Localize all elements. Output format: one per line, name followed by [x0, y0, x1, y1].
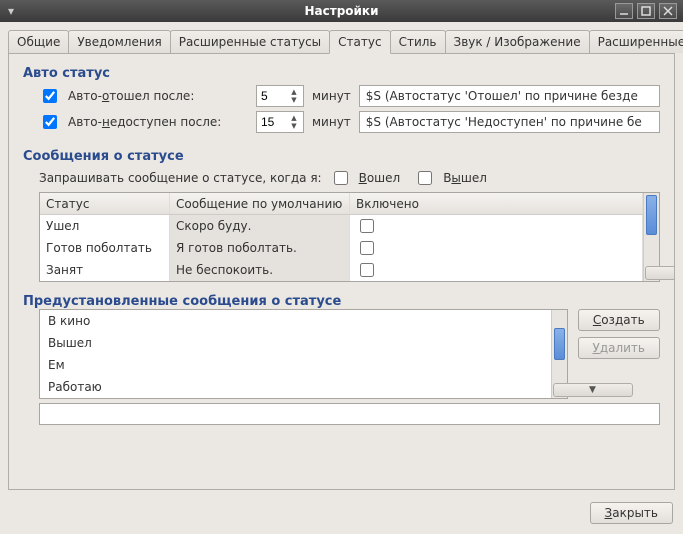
row-enabled-checkbox[interactable] [360, 241, 374, 255]
status-messages-title: Сообщения о статусе [23, 149, 660, 164]
enabled-cell [350, 259, 643, 281]
table-header: Статус Сообщение по умолчанию Включено [40, 193, 643, 215]
list-item[interactable]: В кино [40, 310, 551, 332]
status-table: Статус Сообщение по умолчанию Включено У… [39, 192, 660, 282]
presets-title: Предустановленные сообщения о статусе [23, 294, 660, 309]
maximize-icon [641, 6, 651, 16]
status-cell: Готов поболтать [40, 237, 170, 259]
left-checkbox[interactable] [418, 171, 432, 185]
table-row[interactable]: Ушел Скоро буду. [40, 215, 643, 237]
message-cell[interactable]: Я готов поболтать. [170, 237, 350, 259]
status-cell: Занят [40, 259, 170, 281]
tabs: Общие Уведомления Расширенные статусы Ст… [8, 30, 675, 54]
tab-status[interactable]: Статус [329, 30, 390, 54]
auto-na-unit: минут [312, 115, 351, 129]
settings-window: ▾ Настройки Общие Уведомления Расширенны… [0, 0, 683, 534]
scrollbar-thumb[interactable] [646, 195, 657, 235]
tab-style[interactable]: Стиль [390, 30, 446, 53]
status-cell: Ушел [40, 215, 170, 237]
table-scrollbar[interactable]: ▼ [643, 193, 659, 281]
window-menu-icon[interactable]: ▾ [4, 4, 18, 18]
close-icon [663, 6, 673, 16]
titlebar: ▾ Настройки [0, 0, 683, 22]
enabled-cell [350, 237, 643, 259]
spin-down-icon[interactable]: ▼ [287, 96, 301, 104]
auto-away-message[interactable]: $S (Автостатус 'Отошел' по причине безде [359, 85, 660, 107]
auto-na-row: Авто-недоступен после: ▲▼ минут $S (Авто… [39, 111, 660, 133]
tab-extended-statuses[interactable]: Расширенные статусы [170, 30, 330, 53]
prompt-row: Запрашивать сообщение о статусе, когда я… [39, 168, 660, 188]
presets-section: Предустановленные сообщения о статусе В … [23, 294, 660, 425]
entered-label: Вошел [359, 171, 401, 185]
auto-na-label: Авто-недоступен после: [68, 115, 248, 129]
create-button[interactable]: Создать [578, 309, 661, 331]
presets-scrollbar[interactable]: ▼ [551, 310, 567, 398]
delete-button[interactable]: Удалить [578, 337, 661, 359]
preset-text-input[interactable] [39, 403, 660, 425]
close-window-button[interactable] [659, 3, 677, 19]
tab-notifications[interactable]: Уведомления [68, 30, 170, 53]
auto-away-value[interactable] [257, 89, 287, 103]
auto-status-title: Авто статус [23, 66, 660, 81]
col-enabled[interactable]: Включено [350, 193, 643, 214]
list-item[interactable]: Вышел [40, 332, 551, 354]
scrollbar-thumb[interactable] [554, 328, 565, 360]
message-cell[interactable]: Скоро буду. [170, 215, 350, 237]
auto-away-row: Авто-отошел после: ▲▼ минут $S (Автостат… [39, 85, 660, 107]
row-enabled-checkbox[interactable] [360, 263, 374, 277]
prompt-label: Запрашивать сообщение о статусе, когда я… [39, 171, 322, 185]
auto-na-checkbox[interactable] [43, 115, 57, 129]
minimize-icon [619, 6, 629, 16]
spin-up-icon[interactable]: ▲ [287, 88, 301, 96]
spin-down-icon[interactable]: ▼ [287, 122, 301, 130]
auto-status-section: Авто статус Авто-отошел после: ▲▼ минут … [23, 66, 660, 137]
dialog-footer: Закрыть [0, 494, 683, 534]
enabled-cell [350, 215, 643, 237]
tab-sound-image[interactable]: Звук / Изображение [445, 30, 590, 53]
scroll-down-icon[interactable]: ▼ [553, 383, 633, 397]
presets-list: В кино Вышел Ем Работаю ▼ [39, 309, 568, 399]
list-item[interactable]: Работаю [40, 376, 551, 398]
entered-checkbox[interactable] [334, 171, 348, 185]
message-cell[interactable]: Не беспокоить. [170, 259, 350, 281]
status-messages-section: Сообщения о статусе Запрашивать сообщени… [23, 149, 660, 282]
close-button[interactable]: Закрыть [590, 502, 673, 524]
scroll-down-icon[interactable]: ▼ [645, 266, 675, 280]
status-panel: Авто статус Авто-отошел после: ▲▼ минут … [8, 54, 675, 490]
col-status[interactable]: Статус [40, 193, 170, 214]
auto-na-value[interactable] [257, 115, 287, 129]
col-default[interactable]: Сообщение по умолчанию [170, 193, 350, 214]
maximize-button[interactable] [637, 3, 655, 19]
auto-na-spin[interactable]: ▲▼ [256, 111, 304, 133]
table-row[interactable]: Занят Не беспокоить. [40, 259, 643, 281]
window-title: Настройки [0, 4, 683, 18]
auto-away-unit: минут [312, 89, 351, 103]
spin-up-icon[interactable]: ▲ [287, 114, 301, 122]
tab-general[interactable]: Общие [8, 30, 69, 53]
auto-away-label: Авто-отошел после: [68, 89, 248, 103]
left-label: Вышел [443, 171, 487, 185]
table-row[interactable]: Готов поболтать Я готов поболтать. [40, 237, 643, 259]
tab-advanced[interactable]: Расширенные [589, 30, 683, 53]
row-enabled-checkbox[interactable] [360, 219, 374, 233]
minimize-button[interactable] [615, 3, 633, 19]
auto-away-spin[interactable]: ▲▼ [256, 85, 304, 107]
auto-away-checkbox[interactable] [43, 89, 57, 103]
auto-na-message[interactable]: $S (Автостатус 'Недоступен' по причине б… [359, 111, 660, 133]
list-item[interactable]: Ем [40, 354, 551, 376]
